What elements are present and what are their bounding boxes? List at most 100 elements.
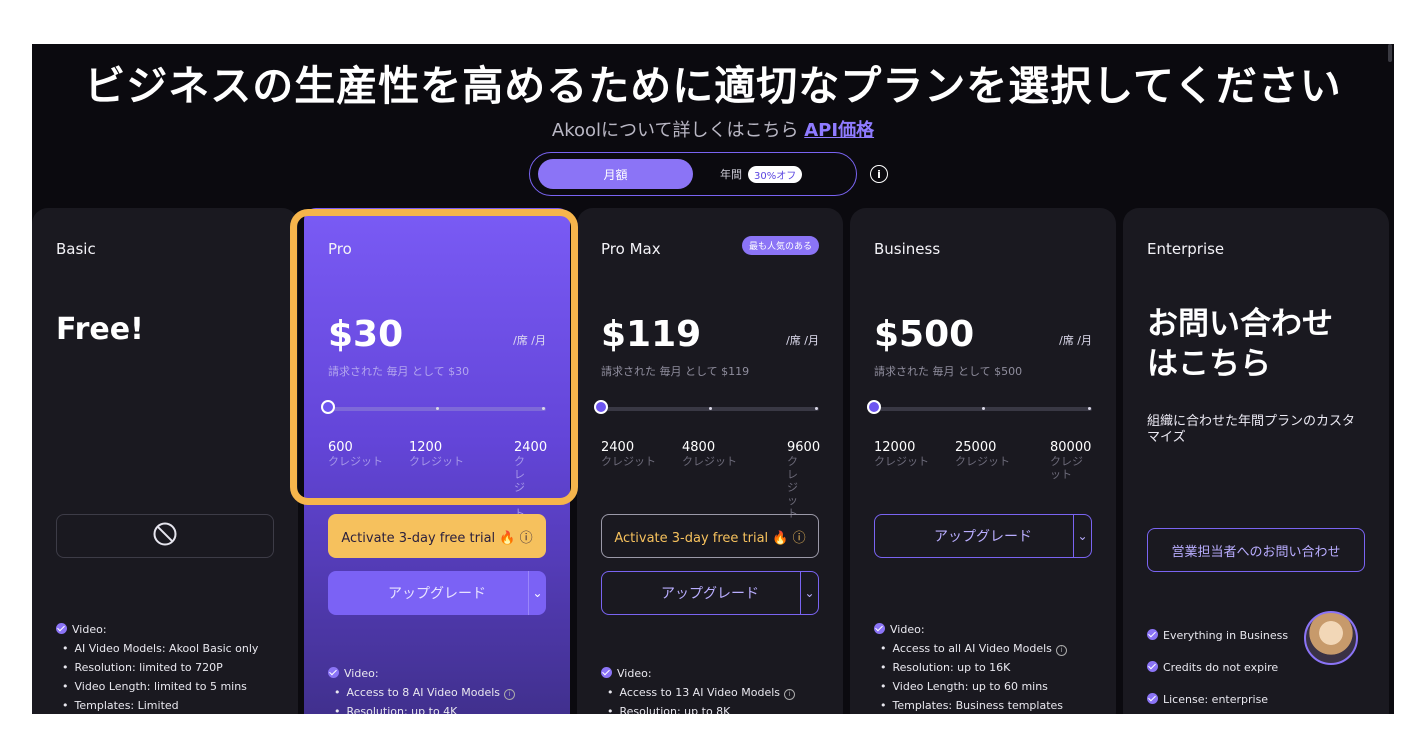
credit-tier: 9600 クレジット bbox=[787, 440, 821, 520]
upgrade-button[interactable]: アップグレード ⌄ bbox=[601, 571, 819, 615]
slider-step bbox=[1088, 407, 1091, 410]
credit-tier: 600 クレジット bbox=[328, 440, 383, 468]
feature-item: Video Length: up to 60 mins bbox=[874, 677, 1106, 696]
api-pricing-link[interactable]: API価格 bbox=[804, 120, 874, 141]
page-subtitle: Akoolについて詳しくはこちら API価格 bbox=[32, 116, 1394, 142]
check-icon bbox=[874, 623, 885, 634]
plan-price: お問い合わせはこちら bbox=[1147, 306, 1333, 382]
feature-item: Access to all AI Video Modelsi bbox=[874, 639, 1106, 658]
feature-heading: Video: bbox=[56, 620, 288, 639]
credits-slider[interactable] bbox=[321, 400, 546, 414]
plan-card-business: Business $500 /席 /月 請求された 毎月 として $500 12… bbox=[850, 208, 1116, 714]
free-trial-button[interactable]: Activate 3-day free trial 🔥 ⓘ bbox=[328, 514, 546, 558]
feature-heading: Video: bbox=[328, 664, 560, 683]
plan-name: Pro bbox=[328, 240, 352, 258]
feature-item: Resolution: limited to 720P bbox=[56, 658, 288, 677]
billed-note: 請求された 毎月 として $119 bbox=[601, 365, 750, 378]
per-seat-label: /席 /月 bbox=[1059, 334, 1092, 347]
feature-item: Templates: Limited bbox=[56, 696, 288, 714]
slider-thumb[interactable] bbox=[321, 400, 335, 414]
chevron-down-icon[interactable]: ⌄ bbox=[1073, 515, 1091, 557]
slider-step bbox=[436, 407, 439, 410]
feature-item: Resolution: up to 4K bbox=[328, 702, 560, 714]
billing-monthly-tab[interactable]: 月額 bbox=[538, 159, 693, 189]
check-icon bbox=[56, 623, 67, 634]
support-avatar[interactable] bbox=[1304, 611, 1358, 665]
feature-list: Video: Access to 8 AI Video Modelsi Reso… bbox=[328, 664, 560, 714]
credit-tier: 25000 クレジット bbox=[955, 440, 1010, 468]
feature-item: Access to 13 AI Video Modelsi bbox=[601, 683, 833, 702]
prohibited-icon bbox=[152, 521, 178, 551]
billed-note: 請求された 毎月 として $30 bbox=[328, 365, 470, 378]
check-icon bbox=[601, 667, 612, 678]
slider-step bbox=[815, 407, 818, 410]
feature-heading: Video: bbox=[874, 620, 1106, 639]
upgrade-button[interactable]: アップグレード ⌄ bbox=[328, 571, 546, 615]
feature-item: License: enterprise bbox=[1147, 684, 1379, 714]
feature-item: Resolution: up to 8K bbox=[601, 702, 833, 714]
plan-card-pro: Pro $30 /席 /月 請求された 毎月 として $30 600 クレジット … bbox=[304, 208, 570, 714]
info-icon[interactable]: i bbox=[1055, 645, 1067, 656]
most-popular-badge: 最も人気のある bbox=[741, 236, 819, 255]
upgrade-label: アップグレード bbox=[661, 586, 759, 602]
discount-badge: 30%オフ bbox=[748, 165, 803, 183]
upgrade-label: アップグレード bbox=[934, 529, 1032, 545]
slider-thumb[interactable] bbox=[867, 400, 881, 414]
feature-list: Video: Access to 13 AI Video Modelsi Res… bbox=[601, 664, 833, 714]
slider-step bbox=[982, 407, 985, 410]
scrollbar[interactable] bbox=[1388, 44, 1392, 62]
disabled-button bbox=[56, 514, 274, 558]
subtitle-text: Akoolについて詳しくはこちら bbox=[551, 120, 799, 141]
slider-step bbox=[542, 407, 545, 410]
billing-yearly-tab[interactable]: 年間 30%オフ bbox=[720, 159, 803, 189]
free-trial-button[interactable]: Activate 3-day free trial 🔥 ⓘ bbox=[601, 514, 819, 558]
plan-price: Free! bbox=[56, 312, 144, 347]
billing-toggle: 月額 年間 30%オフ bbox=[529, 152, 857, 196]
credit-tier: 80000 クレジット bbox=[1050, 440, 1092, 481]
info-icon[interactable]: i bbox=[784, 689, 796, 700]
feature-item: AI Video Models: Akool Basic only bbox=[56, 639, 288, 658]
feature-list: Video: AI Video Models: Akool Basic only… bbox=[56, 620, 288, 714]
feature-list: Video: Access to all AI Video Modelsi Re… bbox=[874, 620, 1106, 714]
upgrade-label: アップグレード bbox=[388, 586, 486, 602]
yearly-label: 年間 bbox=[720, 168, 742, 181]
credit-tier: 2400クレジット bbox=[514, 440, 548, 520]
feature-item: Resolution: up to 16K bbox=[874, 658, 1106, 677]
credit-tier: 1200 クレジット bbox=[409, 440, 464, 468]
per-seat-label: /席 /月 bbox=[513, 334, 546, 347]
slider-thumb[interactable] bbox=[594, 400, 608, 414]
check-icon bbox=[1147, 661, 1158, 672]
check-icon bbox=[328, 667, 339, 678]
credit-tier: 2400クレジット bbox=[601, 440, 656, 468]
credits-slider[interactable] bbox=[867, 400, 1092, 414]
credits-slider[interactable] bbox=[594, 400, 819, 414]
info-icon[interactable]: i bbox=[870, 165, 888, 183]
feature-item: Templates: Business templates bbox=[874, 696, 1106, 714]
check-icon bbox=[1147, 629, 1158, 640]
plan-price: $500 bbox=[874, 314, 975, 355]
pricing-page: ビジネスの生産性を高めるために適切なプランを選択してください Akoolについて… bbox=[32, 44, 1394, 714]
page-title: ビジネスの生産性を高めるために適切なプランを選択してください bbox=[84, 62, 1342, 110]
per-seat-label: /席 /月 bbox=[786, 334, 819, 347]
check-icon bbox=[1147, 693, 1158, 704]
info-icon[interactable]: i bbox=[504, 689, 516, 700]
plan-price: $30 bbox=[328, 314, 404, 355]
plan-name: Enterprise bbox=[1147, 240, 1225, 258]
contact-sales-button[interactable]: 営業担当者へのお問い合わせ bbox=[1147, 528, 1365, 572]
plan-card-basic: Basic Free! Video: AI Video Models: Akoo… bbox=[32, 208, 298, 714]
feature-item: Access to 8 AI Video Modelsi bbox=[328, 683, 560, 702]
credit-tier: 12000 クレジット bbox=[874, 440, 929, 468]
feature-heading: Video: bbox=[601, 664, 833, 683]
credit-tier: 4800 クレジット bbox=[682, 440, 737, 468]
plan-name: Business bbox=[874, 240, 941, 258]
upgrade-button[interactable]: アップグレード ⌄ bbox=[874, 514, 1092, 558]
plan-name: Basic bbox=[56, 240, 96, 258]
slider-step bbox=[709, 407, 712, 410]
plan-description: 組織に合わせた年間プランのカスタマイズ bbox=[1147, 414, 1356, 445]
billed-note: 請求された 毎月 として $500 bbox=[874, 365, 1023, 378]
plan-card-promax: Pro Max 最も人気のある $119 /席 /月 請求された 毎月 として … bbox=[577, 208, 843, 714]
chevron-down-icon[interactable]: ⌄ bbox=[528, 571, 546, 615]
chevron-down-icon[interactable]: ⌄ bbox=[800, 572, 818, 614]
plan-price: $119 bbox=[601, 314, 702, 355]
feature-item: Video Length: limited to 5 mins bbox=[56, 677, 288, 696]
